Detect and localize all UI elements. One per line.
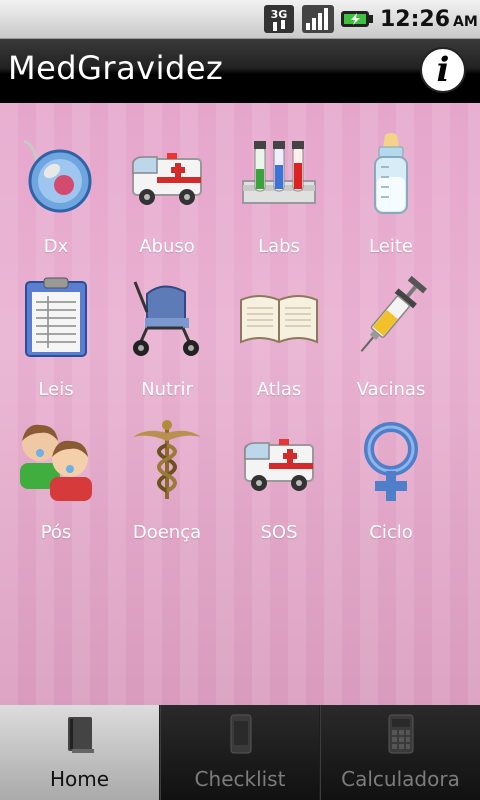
stroller-icon — [133, 281, 199, 356]
menu-item-nutrir[interactable]: Nutrir — [111, 246, 223, 400]
phone-icon — [230, 714, 252, 754]
menu-item-sos[interactable]: SOS — [223, 389, 335, 543]
calculator-icon — [388, 714, 414, 754]
menu-item-label: Doença — [132, 522, 202, 543]
test-tubes-icon — [242, 141, 316, 204]
tab-home[interactable]: Home — [0, 705, 159, 800]
baby-bottle-icon — [374, 133, 408, 214]
menu-item-doenca[interactable]: Doença — [111, 389, 223, 543]
menu-item-abuso[interactable]: Abuso — [111, 103, 223, 257]
menu-item-leite[interactable]: Leite — [335, 103, 447, 257]
clipboard-icon — [25, 277, 87, 357]
female-symbol-icon — [364, 422, 418, 501]
battery-charging-icon — [341, 11, 373, 27]
menu-item-label: Ciclo — [369, 522, 413, 543]
babies-icon — [20, 424, 92, 501]
tab-calculadora[interactable]: Calculadora — [320, 705, 480, 800]
menu-item-leis[interactable]: Leis — [0, 246, 112, 400]
tab-label: Home — [49, 767, 110, 791]
clock: 12:26 AM — [380, 6, 478, 34]
info-icon: i — [436, 50, 450, 90]
signal-icon — [302, 5, 334, 33]
main-content: Dx Abuso Labs Leite Leis Nutrir Atlas Va… — [0, 103, 480, 705]
menu-item-labs[interactable]: Labs — [223, 103, 335, 257]
info-button[interactable]: i — [420, 47, 466, 93]
network-type-text: 3G — [271, 8, 288, 21]
menu-grid: Dx Abuso Labs Leite Leis Nutrir Atlas Va… — [0, 103, 480, 563]
bottom-tab-bar: Home Checklist Calculadora — [0, 705, 480, 800]
menu-item-label: Pós — [40, 522, 72, 543]
tab-checklist[interactable]: Checklist — [160, 705, 319, 800]
network-3g-icon: 3G — [264, 5, 294, 33]
book-icon — [68, 717, 94, 753]
menu-item-vacinas[interactable]: Vacinas — [335, 246, 447, 400]
sperm-egg-icon — [23, 139, 92, 213]
ambulance-icon — [244, 439, 314, 491]
open-book-icon — [240, 295, 318, 344]
app-title: MedGravidez — [8, 49, 224, 87]
menu-item-label: SOS — [260, 522, 298, 543]
status-bar: 3G 12:26 AM — [0, 0, 480, 39]
ambulance-icon — [132, 153, 202, 205]
syringe-icon — [360, 276, 427, 352]
caduceus-icon — [133, 420, 201, 499]
menu-item-dx[interactable]: Dx — [0, 103, 112, 257]
menu-item-atlas[interactable]: Atlas — [223, 246, 335, 400]
clock-time: 12:26 — [380, 7, 451, 32]
tab-label: Checklist — [194, 767, 286, 791]
app-bar: MedGravidez i — [0, 39, 480, 103]
menu-item-ciclo[interactable]: Ciclo — [335, 389, 447, 543]
menu-item-pos[interactable]: Pós — [0, 389, 112, 543]
tab-label: Calculadora — [341, 767, 460, 791]
clock-ampm: AM — [453, 14, 478, 30]
